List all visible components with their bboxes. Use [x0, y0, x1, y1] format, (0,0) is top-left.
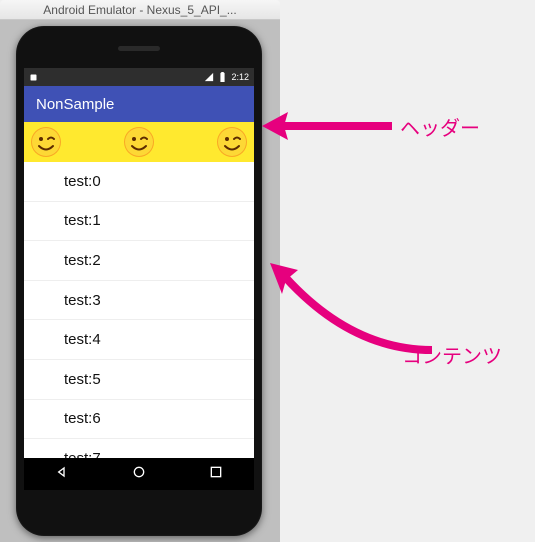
- list-item[interactable]: test:5: [24, 360, 254, 400]
- arrow-icon: [262, 106, 392, 146]
- list-item-label: test:0: [64, 173, 101, 190]
- list-item-label: test:5: [64, 371, 101, 388]
- home-button[interactable]: [131, 464, 147, 485]
- wink-emoji-icon: [216, 126, 248, 158]
- app-bar: NonSample: [24, 86, 254, 122]
- list-item-label: test:4: [64, 331, 101, 348]
- list-item-label: test:2: [64, 252, 101, 269]
- wink-emoji-icon: [123, 126, 155, 158]
- device-frame: 2:12 NonSample: [16, 26, 262, 536]
- annotation-header: ヘッダー: [262, 106, 480, 146]
- content-list[interactable]: test:0 test:1 test:2 test:3 test:4 test:…: [24, 162, 254, 458]
- list-item[interactable]: test:7: [24, 439, 254, 458]
- list-item[interactable]: test:4: [24, 320, 254, 360]
- list-item-label: test:7: [64, 450, 101, 458]
- list-item-label: test:1: [64, 212, 101, 229]
- android-statusbar: 2:12: [24, 68, 254, 86]
- annotation-label: ヘッダー: [400, 112, 480, 141]
- signal-icon: [204, 72, 214, 82]
- list-item[interactable]: test:3: [24, 281, 254, 321]
- wink-emoji-icon: [30, 126, 62, 158]
- list-item[interactable]: test:2: [24, 241, 254, 281]
- app-title: NonSample: [36, 96, 114, 113]
- list-item[interactable]: test:0: [24, 162, 254, 202]
- list-item[interactable]: test:6: [24, 400, 254, 440]
- android-navbar: [24, 458, 254, 490]
- statusbar-time: 2:12: [231, 72, 249, 82]
- list-item-label: test:3: [64, 292, 101, 309]
- device-screen: 2:12 NonSample: [24, 68, 254, 490]
- device-speaker: [118, 46, 160, 51]
- annotation-label: コンテンツ: [402, 340, 502, 369]
- emulator-window-title: Android Emulator - Nexus_5_API_...: [0, 0, 280, 20]
- notification-icon: [29, 73, 38, 82]
- back-button[interactable]: [54, 464, 70, 485]
- battery-icon: [219, 72, 226, 82]
- recents-button[interactable]: [208, 464, 224, 485]
- list-header: [24, 122, 254, 162]
- list-item[interactable]: test:1: [24, 202, 254, 242]
- list-item-label: test:6: [64, 410, 101, 427]
- annotation-content: コンテンツ: [262, 260, 432, 360]
